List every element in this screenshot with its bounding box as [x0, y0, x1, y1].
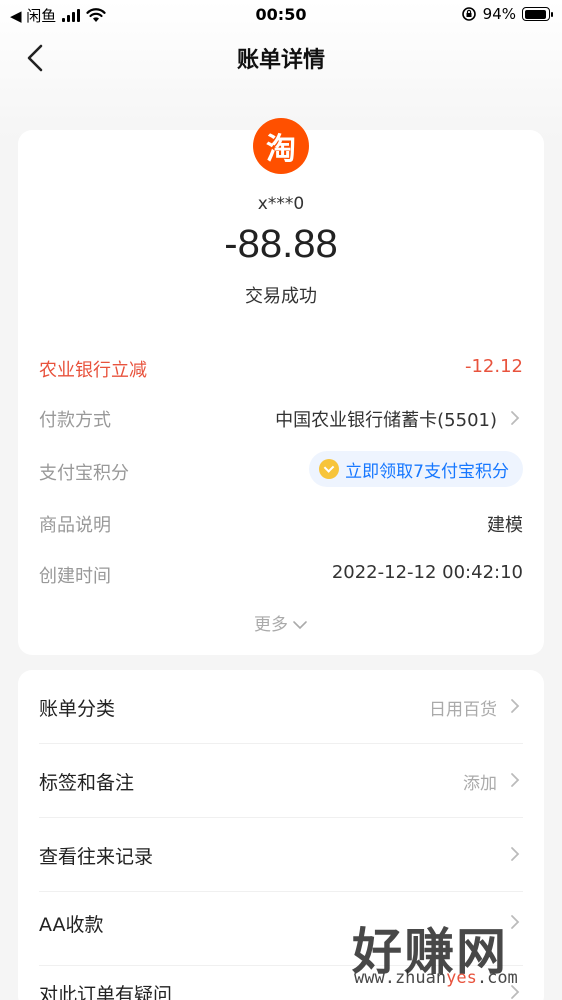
chevron-down-icon [293, 621, 307, 630]
battery-percent: 94% [482, 5, 516, 23]
chevron-right-icon [511, 773, 520, 787]
bill-summary-card: 淘 x***0 -88.88 交易成功 农业银行立减 -12.12 付款方式 中… [18, 118, 544, 655]
more-toggle[interactable]: 更多 [18, 610, 544, 635]
points-coin-icon [319, 459, 340, 479]
created-time-label: 创建时间 [39, 566, 111, 587]
transaction-history-row[interactable]: 查看往来记录 [39, 818, 523, 892]
tags-notes-value: 添加 [463, 774, 497, 794]
transaction-history-label: 查看往来记录 [39, 846, 154, 868]
rotation-lock-icon [461, 7, 476, 21]
chevron-right-icon [511, 915, 520, 929]
aa-collect-label: AA收款 [39, 914, 104, 936]
bill-category-label: 账单分类 [39, 698, 116, 720]
bill-category-row[interactable]: 账单分类 日用百货 [39, 670, 523, 744]
chevron-right-icon [511, 699, 520, 713]
payment-method-label: 付款方式 [39, 410, 111, 431]
discount-row: 农业银行立减 -12.12 [39, 352, 523, 382]
alipay-points-row: 支付宝积分 立即领取7支付宝积分 [39, 451, 523, 487]
page-title: 账单详情 [236, 48, 325, 73]
claim-points-label: 立即领取7支付宝积分 [345, 461, 509, 482]
more-label: 更多 [254, 615, 288, 635]
product-description-value: 建模 [487, 515, 523, 536]
bill-amount: -88.88 [224, 222, 338, 266]
order-question-row[interactable]: 对此订单有疑问 [39, 966, 523, 1000]
taobao-logo: 淘 [253, 118, 309, 174]
status-bar: ◀ 闲鱼 00:50 94% [0, 0, 562, 30]
payment-method-value: 中国农业银行储蓄卡(5501) [275, 410, 497, 431]
created-time-row: 创建时间 2022-12-12 00:42:10 [39, 558, 523, 588]
created-time-value: 2022-12-12 00:42:10 [331, 562, 523, 583]
aa-collect-row[interactable]: AA收款 [39, 892, 523, 966]
discount-value: -12.12 [464, 356, 523, 377]
order-question-label: 对此订单有疑问 [39, 984, 173, 1000]
discount-label: 农业银行立减 [39, 360, 147, 381]
merchant-name: x***0 [257, 194, 305, 214]
chevron-right-icon [511, 847, 520, 861]
battery-icon [522, 7, 553, 21]
product-description-row: 商品说明 建模 [39, 507, 523, 537]
payment-method-row[interactable]: 付款方式 中国农业银行储蓄卡(5501) [39, 402, 523, 432]
tags-notes-label: 标签和备注 [39, 772, 135, 794]
bill-category-value: 日用百货 [429, 700, 497, 720]
bill-actions-card: 账单分类 日用百货 标签和备注 添加 查看往来记录 AA收款 对此订单有疑问 [18, 670, 544, 1000]
chevron-right-icon [511, 411, 520, 425]
tags-notes-row[interactable]: 标签和备注 添加 [39, 744, 523, 818]
chevron-right-icon [511, 985, 520, 999]
transaction-status: 交易成功 [245, 286, 317, 307]
alipay-points-label: 支付宝积分 [39, 463, 129, 484]
nav-bar: 账单详情 [0, 30, 562, 86]
claim-points-button[interactable]: 立即领取7支付宝积分 [309, 451, 523, 487]
product-description-label: 商品说明 [39, 515, 111, 536]
